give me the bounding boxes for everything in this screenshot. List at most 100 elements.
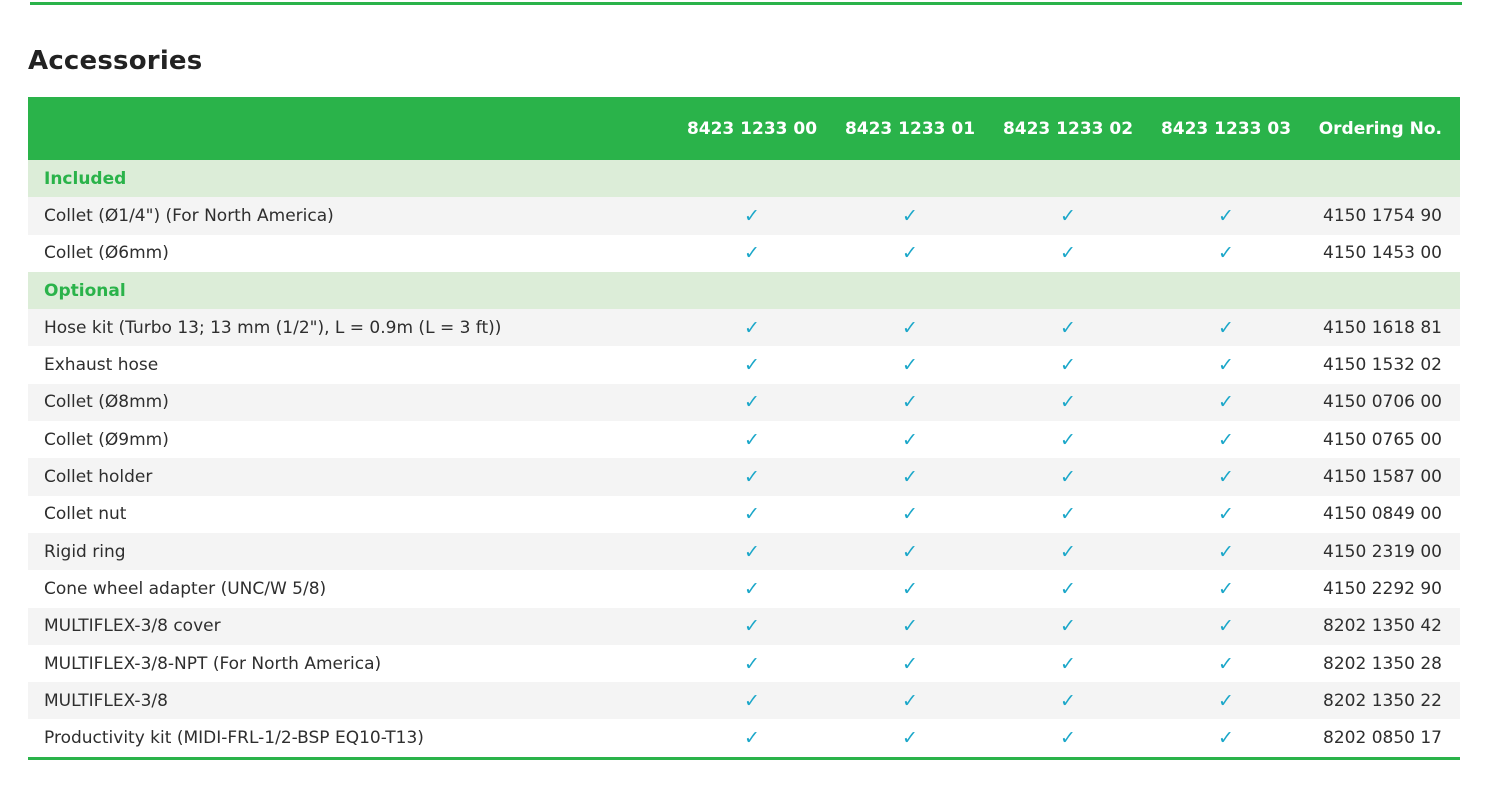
ordering-number: 8202 1350 22: [1323, 690, 1442, 711]
checkmark-icon: ✓: [1218, 689, 1234, 712]
checkmark-icon: ✓: [902, 242, 918, 265]
accessory-description: Collet nut: [44, 504, 127, 525]
checkmark-icon: ✓: [902, 615, 918, 638]
accessories-table-container: 8423 1233 00 8423 1233 01 8423 1233 02 8…: [28, 97, 1460, 760]
checkmark-icon: ✓: [1218, 503, 1234, 526]
checkmark-icon: ✓: [1218, 615, 1234, 638]
header-model-03: 8423 1233 03: [1160, 118, 1292, 139]
table-row: Collet (Ø9mm) ✓ ✓ ✓ ✓ 4150 0765 00: [28, 421, 1460, 459]
checkmark-icon: ✓: [902, 391, 918, 414]
table-row: Collet (Ø8mm) ✓ ✓ ✓ ✓ 4150 0706 00: [28, 383, 1460, 422]
header-ordering-no: Ordering No.: [1318, 118, 1442, 139]
ordering-number: 4150 1587 00: [1323, 467, 1442, 488]
ordering-number: 4150 1754 90: [1323, 205, 1442, 226]
header-description: [28, 97, 673, 160]
accessory-description: Rigid ring: [44, 541, 126, 562]
table-row: Cone wheel adapter (UNC/W 5/8) ✓ ✓ ✓ ✓ 4150 2…: [28, 570, 1460, 608]
accessory-description: Collet (Ø9mm): [44, 429, 169, 450]
accessory-description: Collet (Ø6mm): [44, 243, 169, 264]
checkmark-icon: ✓: [1218, 204, 1234, 227]
table-row: Exhaust hose ✓ ✓ ✓ ✓ 4150 1532 02: [28, 346, 1460, 384]
checkmark-icon: ✓: [1060, 428, 1076, 451]
checkmark-icon: ✓: [744, 391, 760, 414]
table-row: Productivity kit (MIDI-FRL-1/2-BSP EQ10-…: [28, 719, 1460, 757]
checkmark-icon: ✓: [902, 577, 918, 600]
table-row: Rigid ring ✓ ✓ ✓ ✓ 4150 2319 00: [28, 532, 1460, 571]
header-model-00: 8423 1233 00: [686, 118, 818, 139]
checkmark-icon: ✓: [744, 652, 760, 675]
table-row: Collet nut ✓ ✓ ✓ ✓ 4150 0849 00: [28, 495, 1460, 533]
top-divider: [30, 2, 1462, 5]
checkmark-icon: ✓: [744, 242, 760, 265]
table-row: Collet holder ✓ ✓ ✓ ✓ 4150 1587 00: [28, 458, 1460, 496]
header-model-02: 8423 1233 02: [1002, 118, 1134, 139]
checkmark-icon: ✓: [1218, 577, 1234, 600]
header-model-01: 8423 1233 01: [844, 118, 976, 139]
table-row: Collet (Ø6mm) ✓ ✓ ✓ ✓ 4150 1453 00: [28, 234, 1460, 272]
table-row: MULTIFLEX-3/8 cover ✓ ✓ ✓ ✓ 8202 1350 42: [28, 607, 1460, 645]
accessory-description: Collet holder: [44, 467, 153, 488]
checkmark-icon: ✓: [1218, 727, 1234, 750]
checkmark-icon: ✓: [1060, 689, 1076, 712]
checkmark-icon: ✓: [902, 428, 918, 451]
checkmark-icon: ✓: [902, 466, 918, 489]
checkmark-icon: ✓: [744, 204, 760, 227]
checkmark-icon: ✓: [1218, 652, 1234, 675]
table-row: MULTIFLEX-3/8 ✓ ✓ ✓ ✓ 8202 1350 22: [28, 682, 1460, 720]
checkmark-icon: ✓: [902, 316, 918, 339]
checkmark-icon: ✓: [744, 466, 760, 489]
group-label: Included: [44, 168, 127, 189]
checkmark-icon: ✓: [744, 689, 760, 712]
ordering-number: 4150 1532 02: [1323, 355, 1442, 376]
accessory-description: Cone wheel adapter (UNC/W 5/8): [44, 578, 327, 599]
checkmark-icon: ✓: [902, 503, 918, 526]
checkmark-icon: ✓: [1060, 577, 1076, 600]
group-row-optional: Optional: [28, 271, 1460, 310]
checkmark-icon: ✓: [744, 316, 760, 339]
accessory-description: Hose kit (Turbo 13; 13 mm (1/2"), L = 0.…: [44, 317, 502, 338]
checkmark-icon: ✓: [744, 577, 760, 600]
table-row: MULTIFLEX-3/8-NPT (For North America) ✓ ✓ ✓…: [28, 644, 1460, 683]
checkmark-icon: ✓: [744, 354, 760, 377]
ordering-number: 4150 0849 00: [1323, 504, 1442, 525]
accessory-description: MULTIFLEX-3/8-NPT (For North America): [44, 653, 382, 674]
ordering-number: 4150 0706 00: [1323, 392, 1442, 413]
accessories-table: 8423 1233 00 8423 1233 01 8423 1233 02 8…: [28, 97, 1460, 757]
group-row-included: Included: [28, 160, 1460, 198]
checkmark-icon: ✓: [1218, 540, 1234, 563]
checkmark-icon: ✓: [744, 540, 760, 563]
table-header-row: 8423 1233 00 8423 1233 01 8423 1233 02 8…: [28, 97, 1460, 160]
checkmark-icon: ✓: [744, 428, 760, 451]
checkmark-icon: ✓: [1060, 242, 1076, 265]
group-label: Optional: [44, 280, 126, 301]
checkmark-icon: ✓: [902, 689, 918, 712]
checkmark-icon: ✓: [1060, 391, 1076, 414]
checkmark-icon: ✓: [1218, 466, 1234, 489]
ordering-number: 4150 0765 00: [1323, 429, 1442, 450]
checkmark-icon: ✓: [1060, 540, 1076, 563]
accessory-description: Collet (Ø1/4") (For North America): [44, 205, 334, 226]
ordering-number: 8202 1350 28: [1323, 653, 1442, 674]
checkmark-icon: ✓: [1060, 652, 1076, 675]
accessory-description: Collet (Ø8mm): [44, 392, 169, 413]
section-title: Accessories: [28, 46, 203, 76]
checkmark-icon: ✓: [1060, 503, 1076, 526]
checkmark-icon: ✓: [1060, 316, 1076, 339]
ordering-number: 4150 2292 90: [1323, 578, 1442, 599]
checkmark-icon: ✓: [744, 727, 760, 750]
checkmark-icon: ✓: [902, 204, 918, 227]
checkmark-icon: ✓: [1218, 428, 1234, 451]
checkmark-icon: ✓: [902, 540, 918, 563]
checkmark-icon: ✓: [1218, 242, 1234, 265]
ordering-number: 4150 1618 81: [1323, 317, 1442, 338]
ordering-number: 8202 0850 17: [1323, 728, 1442, 749]
checkmark-icon: ✓: [1218, 391, 1234, 414]
table-row: Collet (Ø1/4") (For North America) ✓ ✓ ✓ ✓ 41…: [28, 197, 1460, 235]
checkmark-icon: ✓: [1218, 354, 1234, 377]
checkmark-icon: ✓: [1060, 615, 1076, 638]
checkmark-icon: ✓: [1060, 354, 1076, 377]
checkmark-icon: ✓: [902, 727, 918, 750]
table-body: Included Collet (Ø1/4") (For North Americ…: [28, 160, 1460, 757]
ordering-number: 4150 1453 00: [1323, 243, 1442, 264]
checkmark-icon: ✓: [1218, 316, 1234, 339]
